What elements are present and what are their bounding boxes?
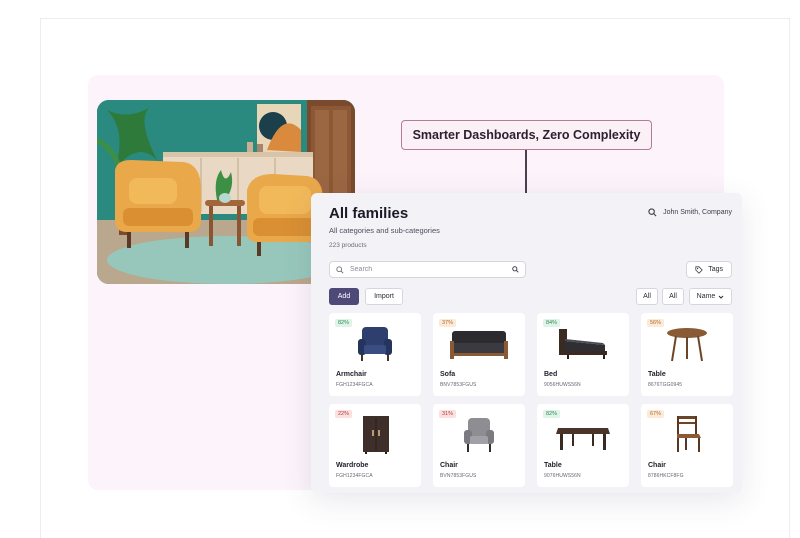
page: Smarter Dashboards, Zero Complexity All … [0, 0, 800, 538]
add-button[interactable]: Add [329, 288, 359, 305]
armchair-icon [358, 327, 392, 361]
product-name: Armchair [336, 371, 367, 378]
product-card[interactable]: 37% Sofa BNV7853FGUS [433, 313, 525, 396]
product-name: Table [648, 371, 666, 378]
search-icon [336, 265, 344, 274]
user-name: John Smith, Company [663, 209, 732, 216]
product-card[interactable]: 31% Chair BVN7853FGUS [433, 404, 525, 487]
product-count: 223 products [329, 242, 367, 249]
product-sku: BVN7853FGUS [440, 473, 477, 479]
sort-dropdown[interactable]: Name [689, 288, 732, 305]
product-name: Sofa [440, 371, 456, 378]
product-card[interactable]: 84% Bed 9056HUWS56N [537, 313, 629, 396]
product-grid: 82% Armchair FGH1234FGCA 37% Sofa BNV785… [329, 313, 733, 487]
dashboard-panel: All families All categories and sub-cate… [311, 193, 742, 493]
product-sku: FGH1234FGCA [336, 473, 373, 479]
filter-all-button-1[interactable]: All [636, 288, 658, 305]
page-subtitle: All categories and sub-categories [329, 226, 440, 235]
product-sku: FGH1234FGCA [336, 382, 373, 388]
chevron-down-icon [718, 295, 724, 299]
product-card[interactable]: 22% Wardrobe FGH1234FGCA [329, 404, 421, 487]
product-sku: 9056HUWS56N [544, 382, 581, 388]
tags-button[interactable]: Tags [686, 261, 732, 278]
sort-label: Name [696, 293, 716, 300]
chair-icon [464, 418, 494, 452]
user-search-icon [648, 208, 657, 217]
callout-label: Smarter Dashboards, Zero Complexity [401, 120, 652, 150]
wooden-chair-icon [677, 416, 701, 452]
import-button[interactable]: Import [365, 288, 403, 305]
wardrobe-icon [363, 416, 389, 454]
product-card[interactable]: 82% Table 9076HUWS56N [537, 404, 629, 487]
product-sku: 8786HKCF8FG [648, 473, 684, 479]
product-name: Chair [648, 462, 666, 469]
product-card[interactable]: 56% Table 8676TGG0945 [641, 313, 733, 396]
coffee-table-icon [556, 428, 610, 450]
page-title: All families [329, 205, 409, 222]
tag-icon [695, 265, 703, 274]
filter-all-button-2[interactable]: All [662, 288, 684, 305]
product-sku: BNV7853FGUS [440, 382, 477, 388]
product-card[interactable]: 82% Armchair FGH1234FGCA [329, 313, 421, 396]
round-table-icon [667, 328, 707, 362]
product-card[interactable]: 67% Chair 8786HKCF8FG [641, 404, 733, 487]
search-input[interactable] [350, 266, 512, 273]
search-submit-icon[interactable] [512, 266, 519, 273]
product-name: Wardrobe [336, 462, 369, 469]
product-name: Table [544, 462, 562, 469]
bed-icon [559, 329, 607, 359]
search-box[interactable] [329, 261, 526, 278]
user-menu[interactable]: John Smith, Company [648, 208, 732, 217]
product-sku: 9076HUWS56N [544, 473, 581, 479]
tags-label: Tags [708, 266, 723, 273]
product-sku: 8676TGG0945 [648, 382, 683, 388]
product-name: Bed [544, 371, 558, 378]
sofa-icon [450, 331, 508, 359]
product-name: Chair [440, 462, 458, 469]
